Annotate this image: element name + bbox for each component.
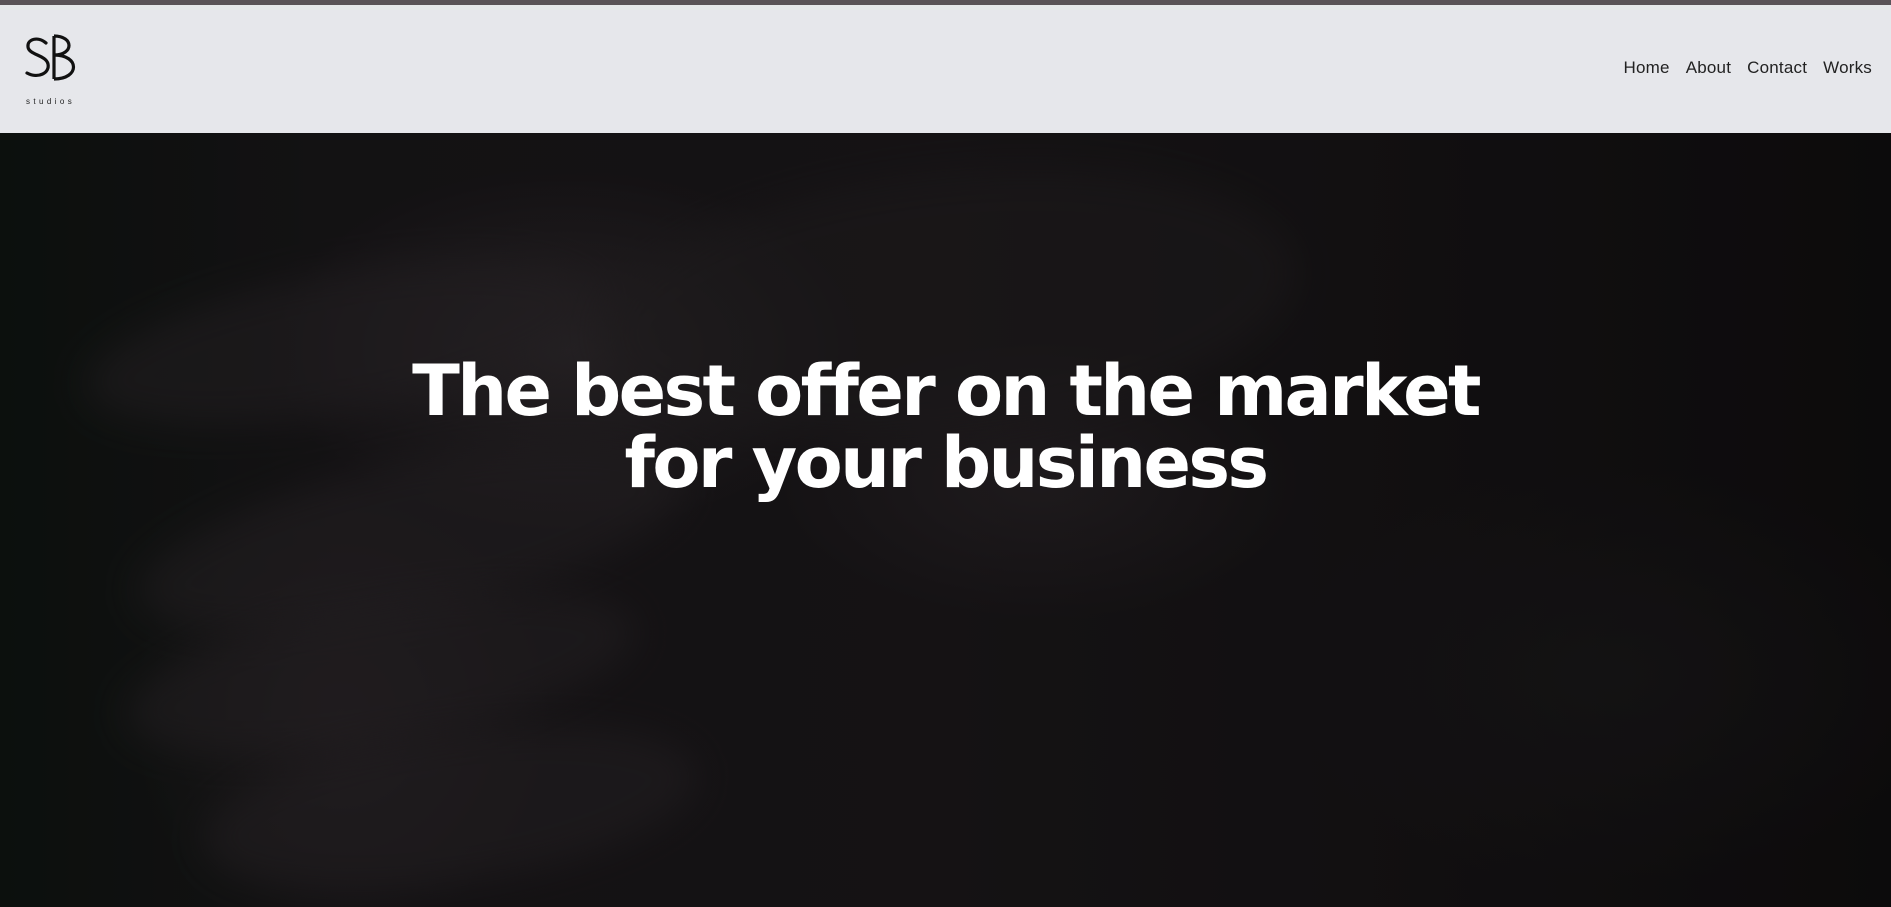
nav-home-link[interactable]: Home — [1624, 58, 1670, 78]
hero-headline-line-1: The best offer on the market — [412, 350, 1481, 432]
logo[interactable]: studios — [24, 33, 88, 113]
nav-about-link[interactable]: About — [1686, 58, 1731, 78]
logo-mark-icon — [25, 34, 75, 81]
hero-section — [0, 133, 1891, 907]
navbar: studios Home About Contact Works — [0, 5, 1891, 133]
hero-headline-line-2: for your business — [624, 422, 1270, 504]
nav-contact-link[interactable]: Contact — [1747, 58, 1807, 78]
nav-works-link[interactable]: Works — [1823, 58, 1872, 78]
hero-headline: The best offer on the market for your bu… — [0, 355, 1891, 499]
logo-subtitle: studios — [26, 97, 76, 106]
hero-overlay — [0, 133, 1891, 907]
page: studios Home About Contact Works The bes… — [0, 0, 1891, 907]
main-nav: Home About Contact Works — [1608, 58, 1872, 78]
